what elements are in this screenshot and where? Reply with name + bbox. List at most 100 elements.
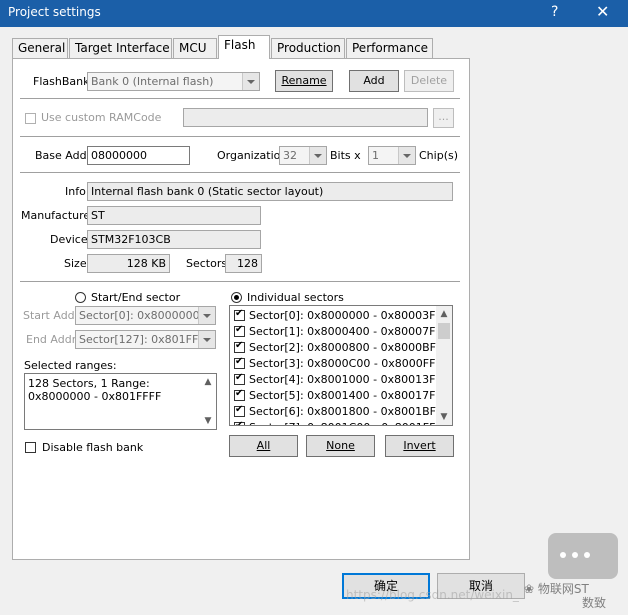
end-addr-select[interactable]: Sector[127]: 0x801FFFF	[75, 330, 216, 349]
bits-label: Bits x	[330, 149, 361, 162]
size-field: 128 KB	[87, 254, 170, 273]
start-addr-select[interactable]: Sector[0]: 0x8000000	[75, 306, 216, 325]
project-settings-window: Project settings ? ✕ General Target Inte…	[0, 0, 628, 615]
scroll-thumb[interactable]	[438, 323, 450, 339]
selected-ranges-line2: 0x8000000 - 0x801FFFF	[28, 390, 162, 403]
startend-radio[interactable]	[75, 292, 86, 303]
ramcode-checkbox[interactable]	[25, 113, 36, 124]
flashbank-value: Bank 0 (Internal flash)	[91, 75, 214, 88]
organization-label: Organization	[217, 149, 288, 162]
sector-label: Sector[7]: 0x8001C00 - 0x8001FFF	[249, 421, 442, 425]
delete-label: Delete	[410, 74, 448, 87]
ramcode-label: Use custom RAMCode	[41, 111, 162, 124]
individual-sectors-radio[interactable]	[231, 292, 242, 303]
sector-list[interactable]: Sector[0]: 0x8000000 - 0x80003FF Sector[1…	[229, 305, 453, 426]
sector-checkbox[interactable]	[234, 340, 245, 353]
none-button[interactable]: None	[306, 435, 375, 457]
flash-tab-content: FlashBank Bank 0 (Internal flash) Rename…	[12, 58, 468, 558]
sector-checkbox[interactable]	[234, 420, 245, 425]
manufacturer-label: Manufacturer	[21, 209, 95, 222]
chevron-down-icon	[198, 331, 215, 348]
watermark-brand2: 数致	[582, 596, 607, 610]
watermark-dot	[560, 552, 566, 558]
chips-select[interactable]: 1	[368, 146, 416, 165]
browse-button[interactable]: ...	[433, 108, 454, 128]
start-addr-value: Sector[0]: 0x8000000	[79, 309, 200, 322]
help-icon[interactable]: ?	[551, 4, 558, 20]
organization-value: 32	[283, 149, 297, 162]
disable-flash-bank-checkbox[interactable]	[25, 442, 36, 453]
start-addr-label: Start Addr	[23, 309, 80, 322]
sector-checkbox[interactable]	[234, 372, 245, 385]
individual-sectors-label: Individual sectors	[247, 291, 344, 304]
tab-target-interface[interactable]: Target Interface	[69, 38, 172, 58]
delete-button[interactable]: Delete	[404, 70, 454, 92]
info-label: Info	[65, 185, 86, 198]
chat-watermark-icon	[548, 533, 618, 579]
chevron-down-icon	[309, 147, 326, 164]
sector-checkbox[interactable]	[234, 388, 245, 401]
manufacturer-field: ST	[87, 206, 261, 225]
chevron-down-icon	[198, 307, 215, 324]
watermark-brand: ❀ 物联网ST	[524, 582, 589, 596]
watermark-url: https://blog.csdn.net/weixin_	[346, 588, 519, 602]
window-title: Project settings	[8, 5, 101, 19]
sector-list-scrollbar[interactable]: ▲ ▼	[436, 306, 452, 425]
end-addr-label: End Addr	[26, 333, 77, 346]
sector-checkbox[interactable]	[234, 356, 245, 369]
tab-general[interactable]: General	[12, 38, 68, 58]
sector-label: Sector[4]: 0x8001000 - 0x80013FF	[249, 373, 442, 386]
selected-ranges-label: Selected ranges:	[24, 359, 117, 372]
all-label: All	[256, 439, 271, 452]
flashbank-label: FlashBank	[33, 75, 90, 88]
size-label: Size	[64, 257, 87, 270]
device-field: STM32F103CB	[87, 230, 261, 249]
divider	[20, 172, 460, 174]
tab-performance[interactable]: Performance	[346, 38, 433, 58]
browse-label: ...	[438, 110, 449, 123]
chevron-down-icon	[398, 147, 415, 164]
rename-button[interactable]: Rename	[275, 70, 333, 92]
base-addr-label: Base Addr	[35, 149, 92, 162]
info-field: Internal flash bank 0 (Static sector lay…	[87, 182, 453, 201]
sector-checkbox[interactable]	[234, 324, 245, 337]
chevron-up-icon[interactable]: ▲	[200, 374, 216, 390]
tab-flash[interactable]: Flash	[218, 35, 270, 59]
selected-ranges-line1: 128 Sectors, 1 Range:	[28, 377, 150, 390]
selected-ranges-scrollbar[interactable]: ▲ ▼	[200, 374, 216, 429]
device-label: Device	[50, 233, 88, 246]
rename-label: Rename	[281, 74, 327, 87]
divider	[20, 281, 460, 283]
title-bar: Project settings ? ✕	[0, 0, 628, 27]
flashbank-select[interactable]: Bank 0 (Internal flash)	[87, 72, 260, 91]
ramcode-path-input[interactable]	[183, 108, 428, 127]
all-button[interactable]: All	[229, 435, 298, 457]
chips-value: 1	[372, 149, 379, 162]
sector-label: Sector[0]: 0x8000000 - 0x80003FF	[249, 309, 442, 322]
sector-checkbox[interactable]	[234, 404, 245, 417]
none-label: None	[326, 439, 355, 452]
divider	[20, 136, 460, 138]
add-button[interactable]: Add	[349, 70, 399, 92]
base-addr-input[interactable]: 08000000	[87, 146, 190, 165]
chevron-up-icon[interactable]: ▲	[436, 306, 452, 322]
close-icon[interactable]: ✕	[596, 2, 609, 21]
watermark-dot	[572, 552, 578, 558]
sector-label: Sector[3]: 0x8000C00 - 0x8000FFF	[249, 357, 442, 370]
sector-label: Sector[1]: 0x8000400 - 0x80007FF	[249, 325, 442, 338]
disable-flash-bank-label: Disable flash bank	[42, 441, 144, 454]
add-label: Add	[363, 74, 385, 87]
chevron-down-icon[interactable]: ▼	[200, 413, 216, 429]
invert-button[interactable]: Invert	[385, 435, 454, 457]
chips-label: Chip(s)	[419, 149, 459, 162]
divider	[20, 98, 460, 100]
sectors-label: Sectors	[186, 257, 228, 270]
tab-mcu[interactable]: MCU	[173, 38, 217, 58]
chevron-down-icon[interactable]: ▼	[436, 409, 452, 425]
sectors-field: 128	[225, 254, 262, 273]
selected-ranges-box[interactable]: 128 Sectors, 1 Range: 0x8000000 - 0x801F…	[24, 373, 217, 430]
sector-label: Sector[5]: 0x8001400 - 0x80017FF	[249, 389, 442, 402]
organization-select[interactable]: 32	[279, 146, 327, 165]
sector-checkbox[interactable]	[234, 308, 245, 321]
tab-production[interactable]: Production	[271, 38, 345, 58]
